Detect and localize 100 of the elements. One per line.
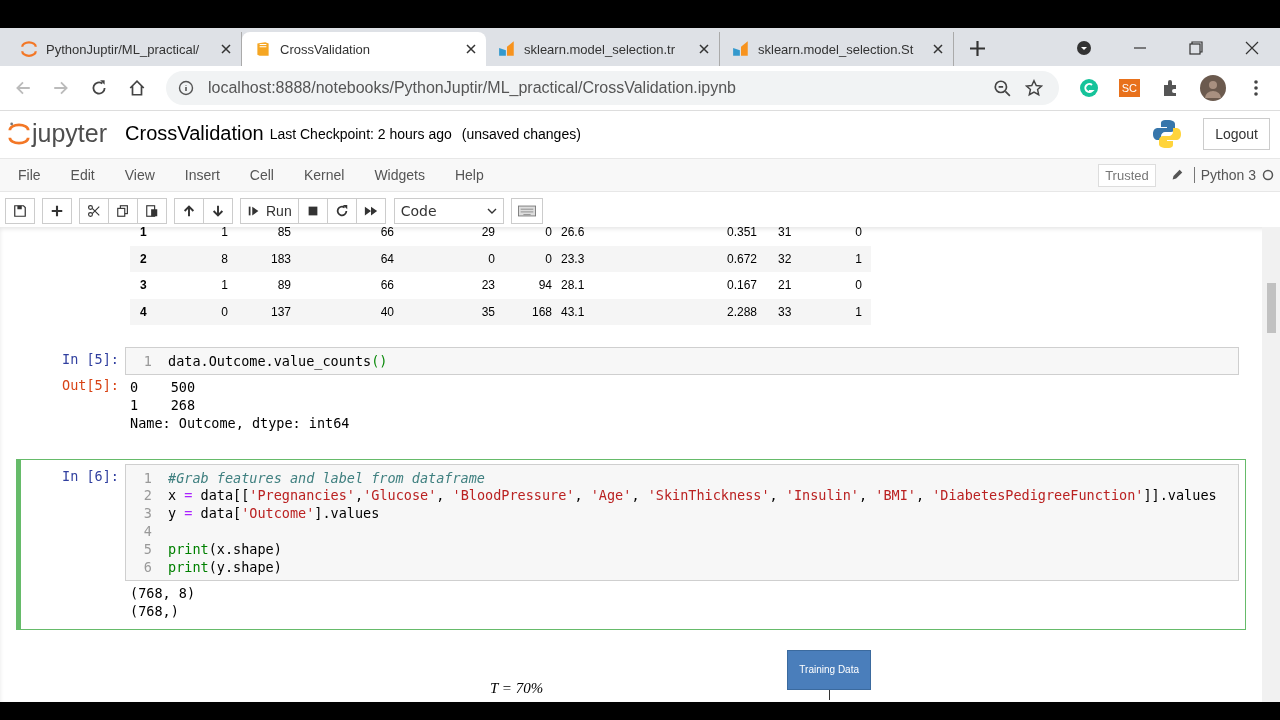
home-icon[interactable]: [128, 79, 146, 97]
table-cell-text: 1: [854, 251, 862, 266]
save-icon: [13, 203, 27, 218]
code-line: x = data[['Pregnancies','Glucose', 'BloodPressure', 'Age', 'SkinThickness', 'Insulin', 'BMI', 'DiabetesPedigreeFunction']].values: [168, 487, 1217, 504]
table-cell-text: 66: [379, 227, 394, 240]
close-icon[interactable]: [699, 44, 709, 54]
jupyter-logo-text[interactable]: jupyter: [32, 119, 108, 148]
close-icon[interactable]: [221, 44, 231, 54]
browser-tab[interactable]: sklearn.model_selection.tr: [486, 32, 720, 66]
stop-button[interactable]: [297, 197, 328, 224]
table-cell-text: 35: [480, 304, 495, 319]
menu-item[interactable]: Help: [454, 167, 484, 183]
browser-tab[interactable]: sklearn.model_selection.St: [720, 32, 954, 66]
menu-item[interactable]: View: [124, 167, 155, 183]
insert-cell-button[interactable]: [42, 197, 72, 224]
table-cell-text: 28.1: [561, 278, 586, 293]
table-cell-text: 1: [220, 278, 228, 293]
output-line: (768, 8): [130, 584, 196, 603]
table-cell-text: 85: [276, 227, 291, 240]
copy-button[interactable]: [108, 197, 138, 224]
output-line: Name: Outcome, dtype: int64: [130, 414, 350, 433]
browser-tab[interactable]: CrossValidation: [242, 32, 486, 66]
run-button[interactable]: Run: [240, 197, 299, 224]
code-line: print(y.shape): [168, 558, 282, 575]
select-value: Code: [400, 202, 437, 219]
scrollbar[interactable]: [1262, 227, 1280, 702]
table-cell-text: 0: [854, 278, 862, 293]
menu-item[interactable]: Edit: [70, 167, 95, 183]
logout-button[interactable]: Logout: [1203, 117, 1270, 150]
run-all-button[interactable]: [355, 197, 386, 224]
line-number: 6: [142, 558, 152, 575]
reload-icon[interactable]: [90, 79, 108, 97]
close-icon[interactable]: [466, 44, 476, 54]
line-number: 5: [142, 540, 152, 557]
table-cell-text: 21: [778, 278, 793, 293]
table-cell-text: 29: [480, 227, 495, 240]
zoom-out-icon[interactable]: [992, 79, 1011, 97]
line-number: 1: [142, 469, 152, 486]
menu-item[interactable]: Insert: [184, 167, 220, 183]
keyboard-icon: [517, 204, 536, 217]
avatar[interactable]: [1200, 75, 1226, 101]
save-status: (unsaved changes): [461, 125, 581, 142]
restore-icon[interactable]: [1188, 40, 1204, 56]
new-tab-icon[interactable]: [970, 41, 985, 56]
trusted-badge[interactable]: Trusted: [1098, 163, 1156, 187]
input-prompt: In [6]:: [61, 466, 120, 486]
row-index: 2: [140, 251, 148, 266]
line-number: 2: [142, 487, 152, 504]
table-cell-text: 40: [379, 304, 394, 319]
row-index: 4: [140, 304, 148, 319]
table-cell-text: 0: [487, 251, 495, 266]
caret-icon: [486, 207, 497, 214]
code-line: data.Outcome.value_counts(): [168, 352, 388, 369]
code-line: y = data['Outcome'].values: [168, 505, 380, 522]
code-line: print(x.shape): [168, 540, 282, 557]
line-number: 1: [142, 352, 152, 369]
code-editor[interactable]: [125, 463, 1239, 581]
notebook-cell[interactable]: [16, 458, 1246, 630]
table-cell-text: 66: [379, 278, 394, 293]
menu-item[interactable]: Kernel: [303, 167, 345, 183]
checkpoint-text: Last Checkpoint: 2 hours ago: [269, 125, 452, 142]
python-logo-icon: [1151, 117, 1184, 150]
notebook-cell[interactable]: In [5]: 1 data.Outcome.value_counts() Out[5]: 0 500 1 268 Name: Outcome, dtype: int64: [16, 342, 1246, 442]
table-cell-text: 0: [220, 304, 228, 319]
line-number: 3: [142, 505, 152, 522]
info-icon[interactable]: [178, 80, 194, 96]
menu-item[interactable]: Cell: [249, 167, 274, 183]
close-icon[interactable]: [933, 44, 943, 54]
move-down-button[interactable]: [203, 197, 233, 224]
table-cell-text: 43.1: [561, 304, 586, 319]
output-line: (768,): [130, 602, 180, 621]
table-cell-text: 0: [854, 227, 862, 240]
address-bar[interactable]: localhost:8888/notebooks/PythonJuptir/ML_practical/CrossValidation.ipynb: [166, 71, 1059, 105]
table-cell-text: 23.3: [561, 251, 586, 266]
book-icon: [254, 40, 272, 58]
table-cell-text: 32: [778, 251, 793, 266]
tab-search-icon[interactable]: [1076, 40, 1092, 56]
paste-icon: [145, 203, 159, 218]
arrow-down-icon: [211, 203, 225, 218]
menu-item[interactable]: Widgets: [374, 167, 425, 183]
keyboard-button[interactable]: [510, 197, 543, 224]
jupyter-logo-icon: [20, 40, 38, 58]
star-icon[interactable]: [1024, 79, 1043, 97]
cell-type-select[interactable]: Code: [393, 197, 504, 224]
paste-button[interactable]: [137, 197, 167, 224]
save-button[interactable]: [5, 197, 35, 224]
table-cell-text: 0.167: [725, 278, 757, 293]
input-prompt: In [5]:: [61, 350, 120, 369]
table-cell-text: 2.288: [725, 304, 757, 319]
arrow-up-icon: [182, 203, 196, 218]
move-up-button[interactable]: [174, 197, 204, 224]
cut-button[interactable]: [79, 197, 109, 224]
output-line: 1 268: [130, 396, 197, 415]
restart-button[interactable]: [326, 197, 357, 224]
menu-item[interactable]: File: [18, 167, 41, 183]
row-index: 1: [140, 227, 148, 240]
output-line: 0 500: [130, 378, 197, 397]
code-editor[interactable]: 1 data.Outcome.value_counts(): [125, 347, 1239, 375]
close-icon[interactable]: [1244, 40, 1260, 56]
notebook-name[interactable]: CrossValidation: [125, 122, 264, 145]
